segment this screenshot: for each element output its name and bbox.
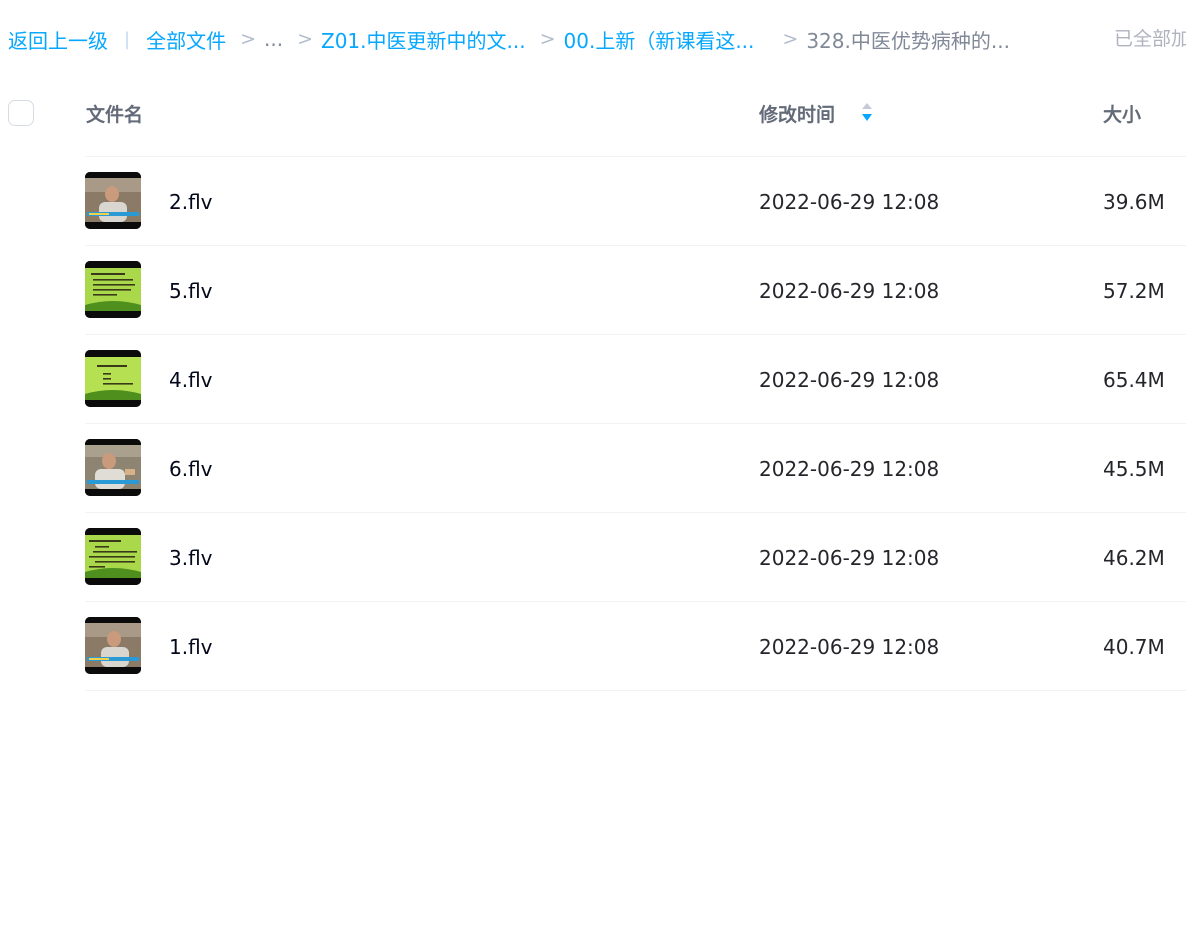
column-header-size[interactable]: 大小 [1103, 100, 1141, 127]
breadcrumb-current-folder: 328.中医优势病种的... [806, 28, 1010, 53]
load-status: 已全部加载 [1114, 28, 1186, 50]
breadcrumb-separator: > [240, 28, 256, 50]
file-modified-time: 2022-06-29 12:08 [759, 635, 940, 659]
breadcrumb: 返回上一级 | 全部文件 > ... > Z01.中医更新中的文... > 00… [8, 24, 1186, 54]
file-modified-time: 2022-06-29 12:08 [759, 546, 940, 570]
file-row[interactable]: 5.flv 2022-06-29 12:08 57.2M [85, 245, 1186, 334]
file-size: 40.7M [1103, 635, 1165, 659]
column-header-name[interactable]: 文件名 [86, 100, 143, 127]
file-size: 45.5M [1103, 457, 1165, 481]
file-name[interactable]: 4.flv [169, 368, 213, 392]
file-size: 39.6M [1103, 190, 1165, 214]
file-row[interactable]: 1.flv 2022-06-29 12:08 40.7M [85, 601, 1186, 691]
file-modified-time: 2022-06-29 12:08 [759, 190, 940, 214]
file-name[interactable]: 3.flv [169, 546, 213, 570]
file-modified-time: 2022-06-29 12:08 [759, 279, 940, 303]
file-row[interactable]: 3.flv 2022-06-29 12:08 46.2M [85, 512, 1186, 601]
file-row[interactable]: 2.flv 2022-06-29 12:08 39.6M [85, 156, 1186, 245]
column-header-time[interactable]: 修改时间 [759, 100, 835, 127]
breadcrumb-all-files[interactable]: 全部文件 [146, 25, 226, 54]
table-header: 文件名 修改时间 大小 [0, 90, 1186, 138]
breadcrumb-folder-z01[interactable]: Z01.中医更新中的文... [321, 25, 526, 54]
file-size: 65.4M [1103, 368, 1165, 392]
file-list: 2.flv 2022-06-29 12:08 39.6M 5.flv 2022-… [85, 156, 1186, 691]
video-thumbnail[interactable] [85, 261, 141, 318]
breadcrumb-folder-00[interactable]: 00.上新（新课看这... [564, 25, 755, 54]
file-modified-time: 2022-06-29 12:08 [759, 368, 940, 392]
file-name[interactable]: 2.flv [169, 190, 213, 214]
video-thumbnail[interactable] [85, 350, 141, 407]
breadcrumb-separator: > [297, 28, 313, 50]
select-all-checkbox[interactable] [8, 100, 34, 126]
file-name[interactable]: 6.flv [169, 457, 213, 481]
file-row[interactable]: 6.flv 2022-06-29 12:08 45.5M [85, 423, 1186, 512]
back-link[interactable]: 返回上一级 [8, 25, 108, 54]
breadcrumb-divider: | [124, 28, 131, 50]
breadcrumb-separator: > [539, 28, 556, 50]
file-name[interactable]: 5.flv [169, 279, 213, 303]
file-modified-time: 2022-06-29 12:08 [759, 457, 940, 481]
file-size: 57.2M [1103, 279, 1165, 303]
video-thumbnail[interactable] [85, 528, 141, 585]
file-size: 46.2M [1103, 546, 1165, 570]
file-row[interactable]: 4.flv 2022-06-29 12:08 65.4M [85, 334, 1186, 423]
video-thumbnail[interactable] [85, 172, 141, 229]
file-name[interactable]: 1.flv [169, 635, 213, 659]
video-thumbnail[interactable] [85, 617, 141, 674]
breadcrumb-ellipsis[interactable]: ... [264, 27, 283, 51]
video-thumbnail[interactable] [85, 439, 141, 496]
sort-icon[interactable] [860, 100, 874, 124]
breadcrumb-separator: > [782, 28, 799, 50]
